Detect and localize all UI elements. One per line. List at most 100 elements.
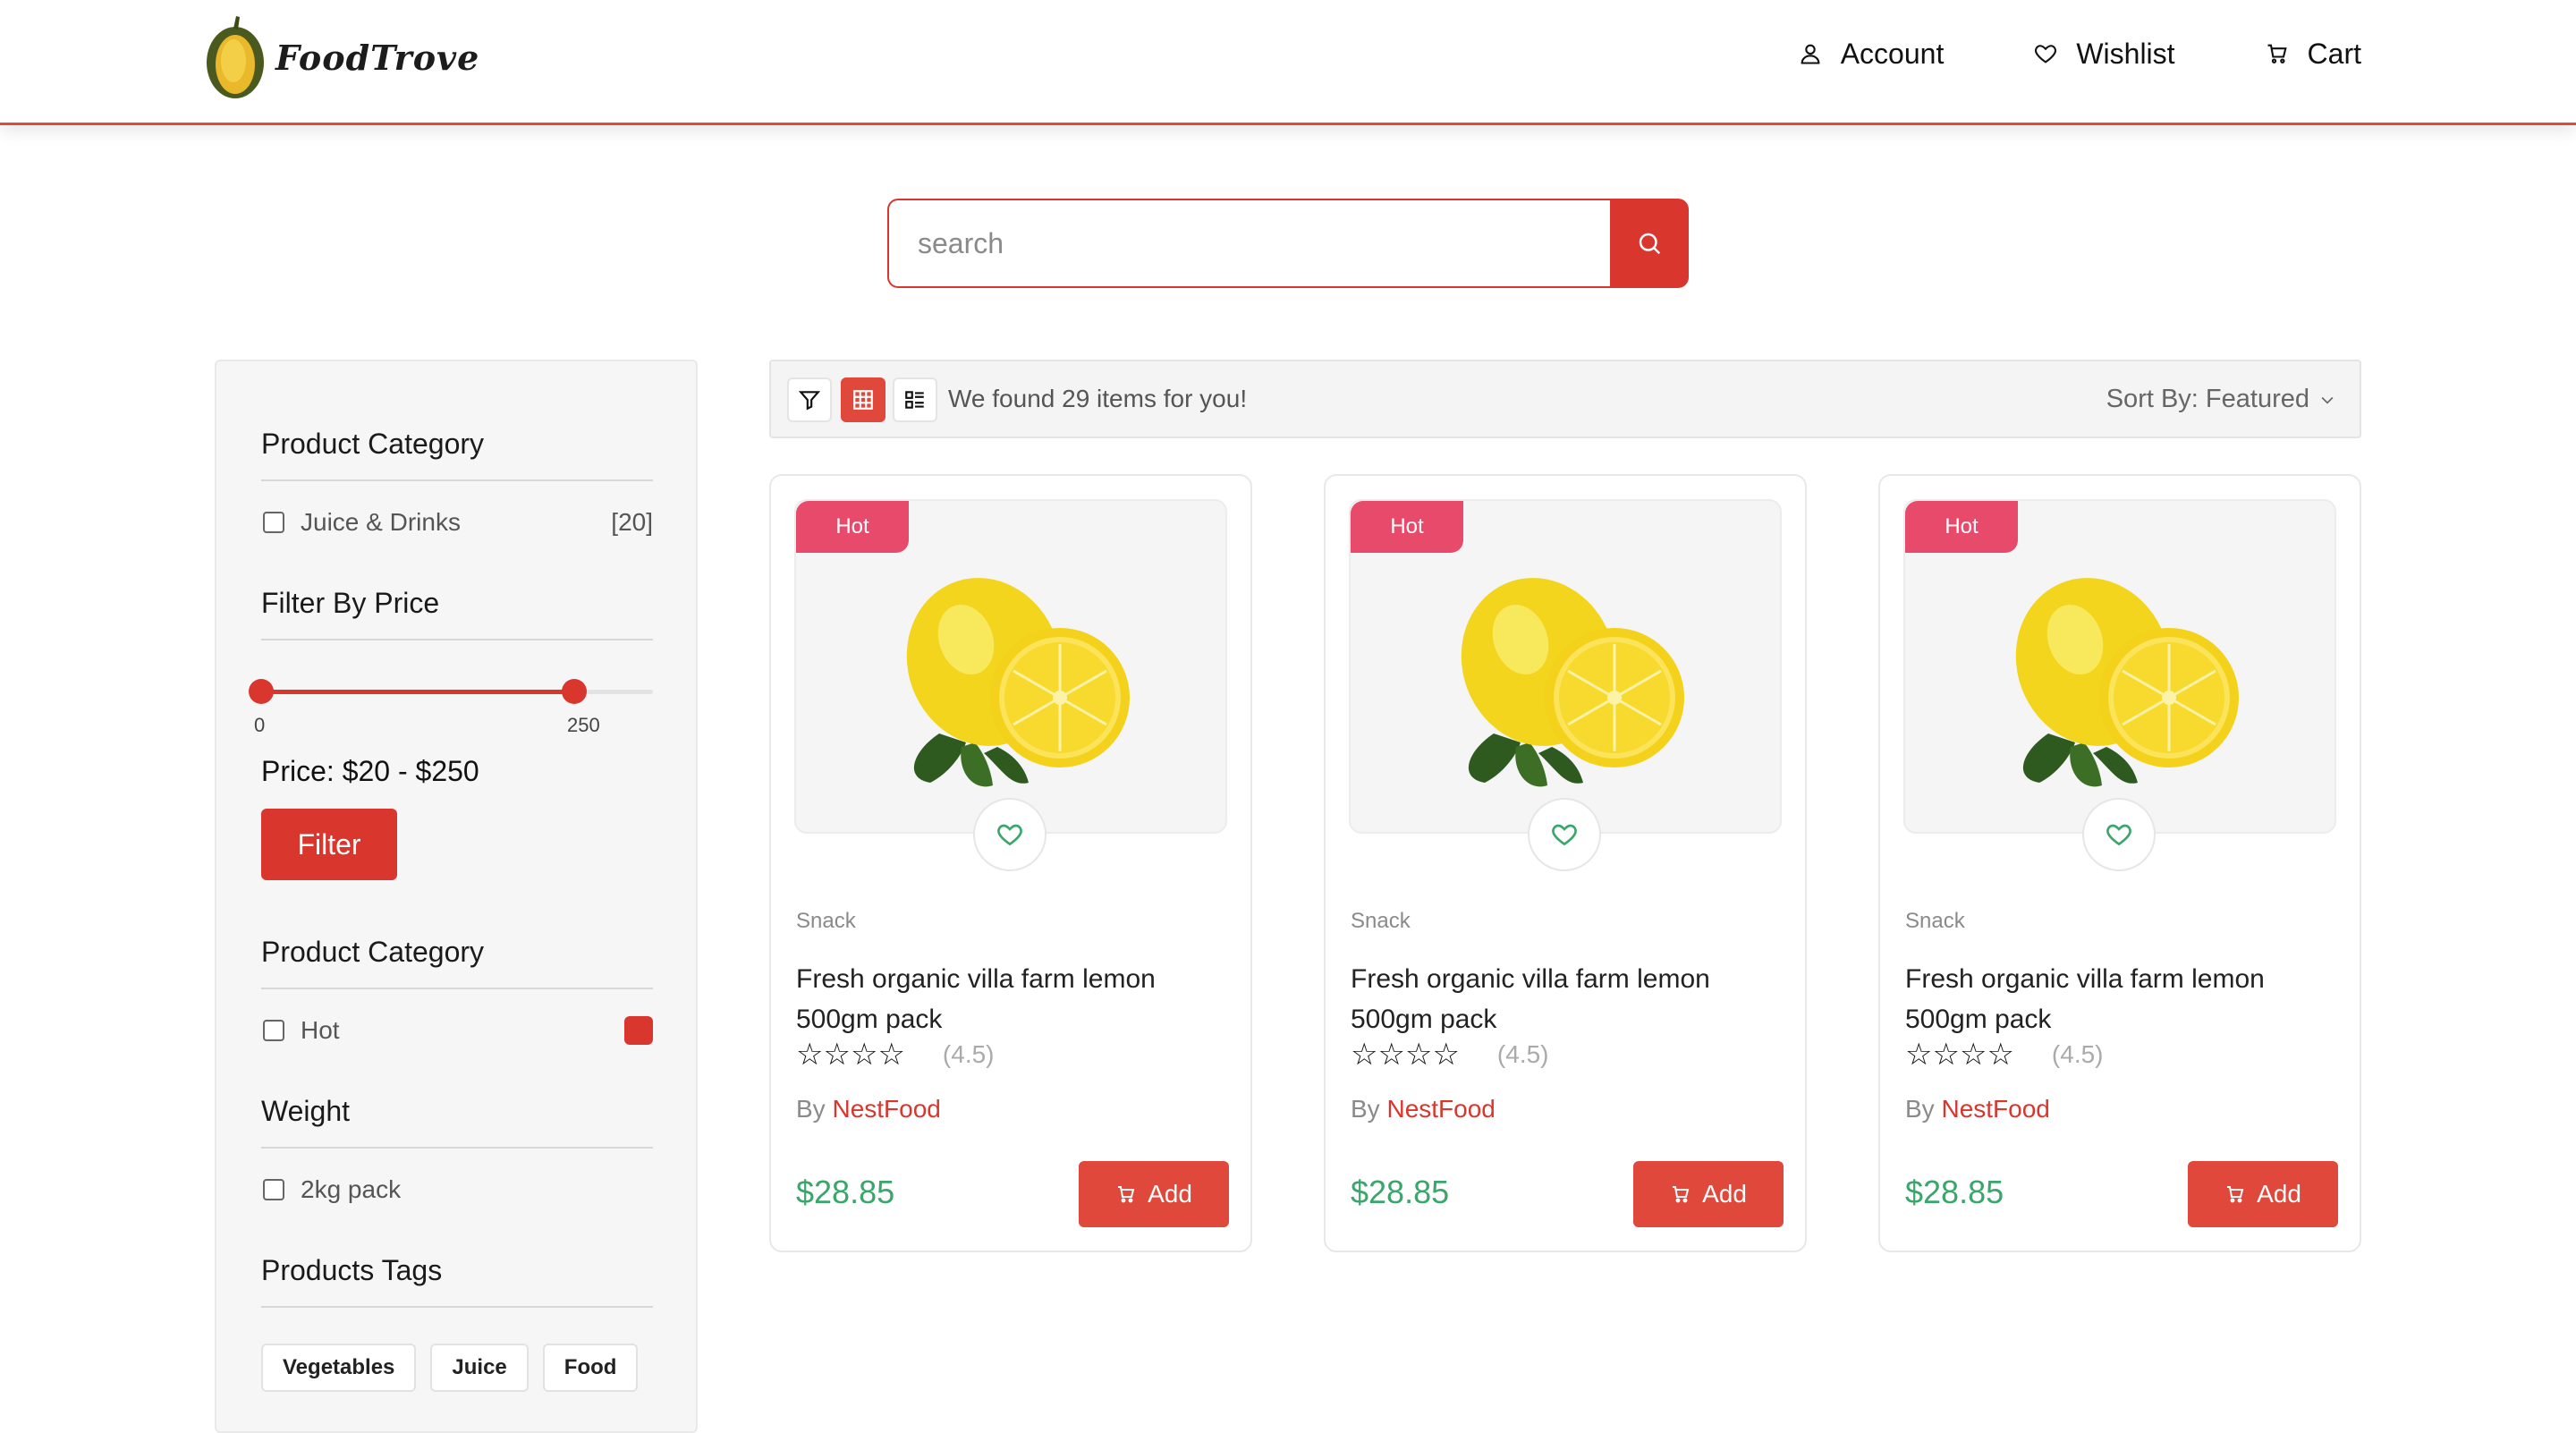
search-input[interactable]	[887, 199, 1610, 288]
slider-fill	[261, 690, 575, 694]
heart-icon	[2035, 45, 2057, 64]
list-view-button[interactable]	[893, 377, 937, 422]
divider	[261, 479, 653, 481]
product-vendor: By NestFood	[1905, 1095, 2050, 1124]
brand-name: FoodTrove	[275, 37, 480, 78]
nav-wishlist[interactable]: Wishlist	[2033, 37, 2175, 71]
product-title[interactable]: Fresh organic villa farm lemon 500gm pac…	[796, 959, 1208, 1039]
results-toolbar: We found 29 items for you! Sort By: Feat…	[769, 360, 2361, 438]
heart-icon	[997, 824, 1022, 846]
category-title-2: Product Category	[261, 936, 485, 968]
price-range-slider[interactable]	[249, 678, 653, 705]
checkbox[interactable]	[263, 1179, 284, 1200]
category-option-hot[interactable]: Hot	[263, 1016, 653, 1045]
add-to-cart-button[interactable]: Add	[2188, 1161, 2338, 1227]
nav-wishlist-label: Wishlist	[2076, 37, 2175, 70]
slider-min-handle[interactable]	[249, 679, 274, 704]
rating-stars: ☆☆☆☆	[1905, 1038, 2014, 1072]
color-swatch	[624, 1016, 653, 1045]
checkbox[interactable]	[263, 512, 284, 533]
filter-toggle-button[interactable]	[787, 377, 832, 422]
product-card[interactable]: Hot Snack Fresh organic villa farm lemon…	[1324, 474, 1807, 1252]
nav-account[interactable]: Account	[1798, 37, 1945, 71]
add-to-wishlist-button[interactable]	[973, 798, 1046, 871]
product-category: Snack	[1351, 909, 1411, 933]
product-rating: ☆☆☆☆ (4.5)	[1905, 1039, 2104, 1070]
add-to-wishlist-button[interactable]	[2082, 798, 2156, 871]
tag-list: Vegetables Juice Food	[261, 1344, 652, 1392]
cart-icon	[2267, 44, 2287, 64]
product-vendor: By NestFood	[796, 1095, 941, 1124]
price-max-label: 250	[567, 714, 600, 736]
divider	[261, 1147, 653, 1149]
list-icon	[905, 391, 924, 409]
category-option-count: [20]	[611, 508, 653, 536]
add-label: Add	[2257, 1180, 2301, 1208]
nav-account-label: Account	[1840, 37, 1945, 70]
add-to-cart-button[interactable]: Add	[1079, 1161, 1229, 1227]
grid-view-button[interactable]	[841, 377, 886, 422]
tag-vegetables[interactable]: Vegetables	[261, 1344, 417, 1392]
product-image-lemon	[2015, 578, 2239, 787]
product-vendor: By NestFood	[1351, 1095, 1496, 1124]
divider	[261, 988, 653, 989]
top-nav: Account Wishlist Cart	[1708, 27, 2361, 81]
product-rating: ☆☆☆☆ (4.5)	[796, 1039, 995, 1070]
heart-icon	[2106, 824, 2131, 846]
product-price: $28.85	[1905, 1174, 2004, 1210]
vendor-link[interactable]: NestFood	[1386, 1095, 1495, 1123]
category-option-juice[interactable]: Juice & Drinks [20]	[263, 508, 653, 537]
rating-stars: ☆☆☆☆	[796, 1038, 905, 1072]
rating-value: (4.5)	[2051, 1040, 2104, 1068]
product-title[interactable]: Fresh organic villa farm lemon 500gm pac…	[1351, 959, 1762, 1039]
hot-badge: Hot	[1905, 501, 2018, 553]
vendor-prefix: By	[1905, 1095, 1935, 1123]
weight-option-label: 2kg pack	[301, 1175, 402, 1203]
filter-sidebar: Product Category Juice & Drinks [20] Fil…	[215, 360, 698, 1433]
product-price: $28.85	[796, 1174, 895, 1210]
divider	[261, 639, 653, 640]
filter-button[interactable]: Filter	[261, 809, 397, 880]
tag-food[interactable]: Food	[542, 1344, 639, 1392]
category-option-label: Hot	[301, 1016, 340, 1044]
site-header: FoodTrove Account Wishlist Cart	[0, 0, 2576, 125]
weight-title: Weight	[261, 1095, 351, 1127]
vendor-link[interactable]: NestFood	[1941, 1095, 2049, 1123]
rating-stars: ☆☆☆☆	[1351, 1038, 1460, 1072]
rating-value: (4.5)	[1496, 1040, 1549, 1068]
rating-value: (4.5)	[942, 1040, 995, 1068]
durian-icon	[207, 16, 264, 98]
category-option-label: Juice & Drinks	[301, 508, 461, 536]
heart-icon	[1552, 824, 1577, 846]
product-image-frame[interactable]: Hot	[1903, 499, 2336, 834]
add-label: Add	[1148, 1180, 1192, 1208]
brand-logo[interactable]: FoodTrove	[204, 13, 479, 102]
chevron-down-icon	[2321, 396, 2334, 404]
product-image-frame[interactable]: Hot	[794, 499, 1227, 834]
product-card[interactable]: Hot Snack Fresh organic villa farm lemon…	[1878, 474, 2361, 1252]
category-title: Product Category	[261, 428, 485, 460]
product-title[interactable]: Fresh organic villa farm lemon 500gm pac…	[1905, 959, 2317, 1039]
product-image-frame[interactable]: Hot	[1349, 499, 1782, 834]
price-range-text: Price: $20 - $250	[261, 755, 479, 787]
results-count: We found 29 items for you!	[948, 385, 1248, 412]
add-to-cart-button[interactable]: Add	[1633, 1161, 1784, 1227]
sort-dropdown[interactable]: Sort By: Featured	[2106, 385, 2336, 414]
nav-cart-label: Cart	[2307, 37, 2361, 70]
product-image-lemon	[1461, 578, 1684, 787]
vendor-link[interactable]: NestFood	[832, 1095, 940, 1123]
product-price: $28.85	[1351, 1174, 1450, 1210]
hot-badge: Hot	[796, 501, 909, 553]
weight-option-2kg[interactable]: 2kg pack	[263, 1175, 653, 1204]
slider-max-handle[interactable]	[562, 679, 588, 704]
add-to-wishlist-button[interactable]	[1528, 798, 1601, 871]
product-card[interactable]: Hot Snack Fresh organic villa farm lemon…	[769, 474, 1252, 1252]
search-button[interactable]	[1610, 199, 1689, 288]
nav-cart[interactable]: Cart	[2265, 38, 2361, 71]
tags-title: Products Tags	[261, 1254, 443, 1286]
price-min-label: 0	[254, 714, 266, 736]
filter-icon	[798, 391, 821, 411]
checkbox[interactable]	[263, 1020, 284, 1041]
tag-juice[interactable]: Juice	[430, 1344, 529, 1392]
cart-icon	[1673, 1186, 1690, 1203]
